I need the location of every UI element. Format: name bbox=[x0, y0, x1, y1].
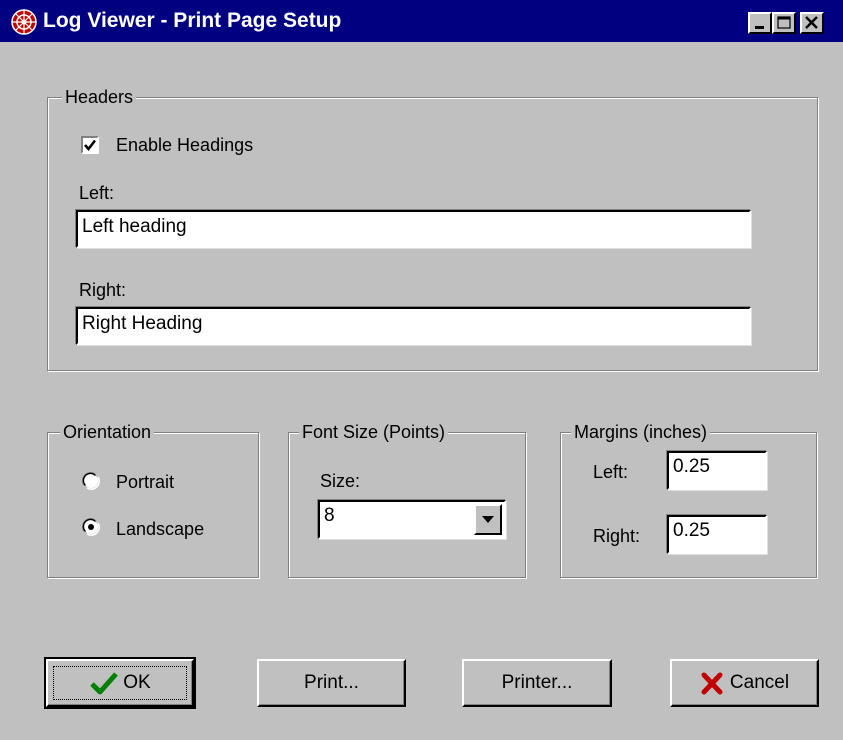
margin-right-input[interactable]: 0.25 bbox=[667, 515, 767, 554]
x-icon bbox=[701, 672, 723, 695]
portrait-label[interactable]: Portrait bbox=[116, 470, 174, 494]
margin-left-input[interactable]: 0.25 bbox=[667, 451, 767, 490]
landscape-label[interactable]: Landscape bbox=[116, 517, 204, 541]
headers-legend: Headers bbox=[62, 86, 137, 108]
printer-label: Printer... bbox=[501, 672, 573, 693]
log-viewer-app-icon[interactable] bbox=[11, 9, 37, 35]
portrait-radio[interactable] bbox=[81, 471, 101, 491]
checkmark-icon bbox=[84, 139, 97, 152]
checkmark-icon bbox=[90, 672, 119, 695]
maximize-icon bbox=[777, 16, 791, 29]
margins-legend: Margins (inches) bbox=[571, 421, 711, 443]
close-button[interactable] bbox=[800, 12, 824, 34]
print-label: Print... bbox=[304, 672, 359, 693]
print-button[interactable]: Print... bbox=[257, 659, 406, 707]
left-heading-input[interactable]: Left heading bbox=[76, 210, 751, 248]
landscape-radio[interactable] bbox=[81, 517, 101, 537]
font-size-legend: Font Size (Points) bbox=[299, 421, 449, 443]
font-size-dropdown[interactable]: 8 bbox=[318, 500, 506, 539]
window-title: Log Viewer - Print Page Setup bbox=[43, 9, 342, 32]
enable-headings-checkbox[interactable] bbox=[81, 136, 99, 154]
maximize-button[interactable] bbox=[772, 12, 796, 34]
chevron-down-icon bbox=[482, 516, 494, 523]
font-size-value: 8 bbox=[324, 505, 335, 526]
orientation-legend: Orientation bbox=[60, 421, 155, 443]
dropdown-button[interactable] bbox=[474, 504, 502, 535]
minimize-icon bbox=[755, 26, 764, 29]
printer-button[interactable]: Printer... bbox=[462, 659, 612, 707]
cancel-button[interactable]: Cancel bbox=[670, 659, 819, 707]
title-bar[interactable]: Log Viewer - Print Page Setup bbox=[0, 0, 843, 42]
orientation-groupbox: Orientation bbox=[47, 421, 259, 578]
enable-headings-label[interactable]: Enable Headings bbox=[116, 133, 253, 157]
left-heading-label: Left: bbox=[79, 183, 115, 203]
ok-label: OK bbox=[123, 672, 151, 693]
size-label: Size: bbox=[320, 471, 361, 491]
cancel-label: Cancel bbox=[729, 672, 790, 693]
ok-button[interactable]: OK bbox=[44, 657, 196, 709]
margin-left-label: Left: bbox=[593, 462, 629, 482]
close-icon bbox=[805, 16, 818, 29]
right-heading-input[interactable]: Right Heading bbox=[76, 307, 751, 345]
margin-right-label: Right: bbox=[593, 526, 641, 546]
right-heading-label: Right: bbox=[79, 280, 127, 300]
minimize-button[interactable] bbox=[748, 12, 772, 34]
